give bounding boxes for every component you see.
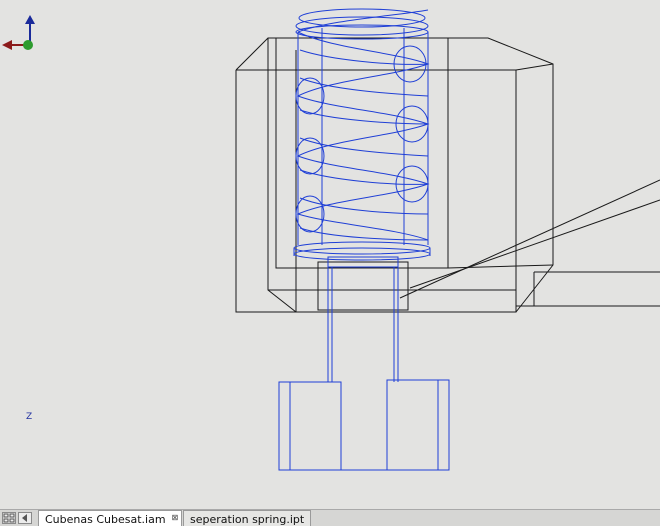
close-icon[interactable]: ⊠ xyxy=(172,513,179,522)
tab-seperation-spring[interactable]: seperation spring.ipt xyxy=(183,510,311,526)
tab-label: seperation spring.ipt xyxy=(190,513,305,526)
view-triad[interactable] xyxy=(0,0,44,56)
grid-icon[interactable] xyxy=(2,512,16,524)
chevron-left-icon[interactable] xyxy=(18,512,32,524)
origin-icon xyxy=(23,40,33,50)
cad-model-wireframe xyxy=(235,8,660,471)
graphics-viewport[interactable]: Z xyxy=(0,0,660,509)
housing-wireframe xyxy=(235,37,660,313)
spring-wireframe xyxy=(278,8,450,471)
z-axis-label: Z xyxy=(26,412,33,422)
tab-cubenas-cubesat[interactable]: Cubenas Cubesat.iam ⊠ xyxy=(38,510,182,526)
document-tab-bar: Cubenas Cubesat.iam ⊠ seperation spring.i… xyxy=(0,509,660,526)
tab-label: Cubenas Cubesat.iam xyxy=(45,513,166,526)
